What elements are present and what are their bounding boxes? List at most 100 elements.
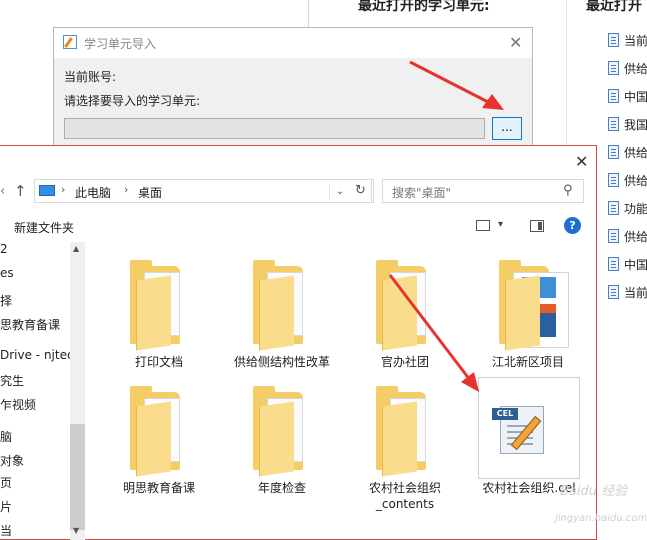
- file-name: 明思教育备课: [122, 481, 195, 495]
- recent-doc-label: 供给: [624, 229, 647, 244]
- view-mode-icon[interactable]: [476, 220, 490, 231]
- recent-right-heading: 最近打开: [586, 0, 642, 14]
- file-item[interactable]: 明思教育备课: [104, 382, 214, 502]
- chevron-down-icon[interactable]: ▾: [498, 219, 503, 230]
- recent-doc-item[interactable]: 当前: [608, 282, 647, 302]
- recent-doc-label: 当前: [624, 33, 647, 48]
- folder-icon: [499, 260, 569, 351]
- recent-doc-item[interactable]: 功能: [608, 198, 647, 218]
- edit-app-icon: [63, 35, 77, 49]
- recent-doc-item[interactable]: 供给: [608, 226, 647, 246]
- scroll-up-icon[interactable]: ▲: [73, 244, 79, 253]
- recent-doc-label: 功能: [624, 201, 647, 216]
- file-item[interactable]: 年度检查: [227, 382, 337, 502]
- nav-item[interactable]: 对象: [0, 452, 24, 469]
- nav-item[interactable]: 乍视频: [0, 396, 36, 413]
- recent-doc-label: 我国: [624, 117, 647, 132]
- scrollbar-thumb[interactable]: [70, 424, 85, 530]
- refresh-icon[interactable]: ↻: [350, 179, 372, 203]
- folder-icon: [253, 386, 311, 477]
- file-open-dialog: ✕ ‹ ↑ › 此电脑 › 桌面 ⌄ ↻ 搜索"桌面" ⚲ 新建文件夹 ▾ ? …: [0, 145, 597, 540]
- file-name: 农村社会组织_contents: [368, 481, 441, 511]
- recent-doc-item[interactable]: 中国: [608, 86, 647, 106]
- recent-doc-item[interactable]: 当前: [608, 30, 647, 50]
- file-name: 官办社团: [380, 355, 429, 369]
- watermark-url: jingyan.baidu.com: [555, 513, 647, 524]
- watermark: Baidu 经验: [560, 484, 628, 499]
- file-item[interactable]: 农村社会组织_contents: [350, 382, 460, 511]
- new-folder-button[interactable]: 新建文件夹: [14, 219, 74, 236]
- search-icon: ⚲: [563, 183, 573, 198]
- file-name: 年度检查: [257, 481, 306, 495]
- recent-doc-item[interactable]: 中国: [608, 254, 647, 274]
- nav-item[interactable]: es: [0, 266, 14, 280]
- nav-item[interactable]: Drive - njtec: [0, 348, 70, 362]
- folder-icon: [376, 260, 434, 351]
- breadcrumb-desktop[interactable]: 桌面: [138, 184, 162, 201]
- preview-pane-icon[interactable]: [530, 220, 544, 232]
- document-icon: [608, 201, 619, 215]
- document-icon: [608, 285, 619, 299]
- file-name: 供给侧结构性改革: [233, 355, 330, 369]
- document-icon: [608, 89, 619, 103]
- breadcrumb-separator: ›: [124, 183, 129, 196]
- breadcrumb-this-pc[interactable]: 此电脑: [75, 184, 111, 201]
- import-dialog-title: 学习单元导入: [84, 37, 157, 51]
- nav-item[interactable]: 择: [0, 292, 12, 309]
- account-label: 当前账号:: [64, 70, 117, 84]
- recent-doc-label: 供给: [624, 61, 647, 76]
- folder-icon: [253, 260, 311, 351]
- browse-button[interactable]: ...: [492, 117, 522, 140]
- up-arrow-icon[interactable]: ↑: [14, 182, 27, 200]
- recent-doc-item[interactable]: 供给: [608, 142, 647, 162]
- close-icon[interactable]: ✕: [575, 152, 588, 171]
- back-icon[interactable]: ‹: [0, 184, 5, 199]
- nav-item[interactable]: 页: [0, 474, 12, 491]
- help-icon[interactable]: ?: [564, 217, 581, 234]
- document-icon: [608, 145, 619, 159]
- close-icon[interactable]: ✕: [509, 33, 522, 52]
- nav-scrollbar[interactable]: ▲ ▼: [70, 242, 85, 540]
- nav-item[interactable]: 脑: [0, 428, 12, 445]
- document-icon: [608, 229, 619, 243]
- breadcrumb-separator: ›: [61, 183, 66, 196]
- nav-item[interactable]: 思教育备课: [0, 316, 60, 333]
- file-item[interactable]: 官办社团: [350, 256, 460, 376]
- file-name: 江北新区项目: [491, 355, 564, 369]
- recent-doc-label: 当前: [624, 285, 647, 300]
- navigation-pane: 2 es 择思教育备课 Drive - njtec 究生乍视频脑对象页片当: [0, 242, 70, 540]
- search-input[interactable]: 搜索"桌面" ⚲: [382, 179, 584, 203]
- search-placeholder: 搜索"桌面": [392, 186, 452, 200]
- recent-doc-item[interactable]: 供给: [608, 58, 647, 78]
- document-icon: [608, 257, 619, 271]
- document-icon: [608, 33, 619, 47]
- chevron-down-icon[interactable]: ⌄: [329, 185, 350, 199]
- unit-path-field[interactable]: [64, 118, 485, 139]
- recent-units-heading: 最近打开的学习单元:: [358, 0, 490, 14]
- import-dialog-titlebar: 学习单元导入 ✕: [54, 28, 532, 58]
- file-name: 打印文档: [134, 355, 183, 369]
- recent-doc-label: 中国: [624, 89, 647, 104]
- folder-icon: [130, 260, 188, 351]
- folder-icon: [130, 386, 188, 477]
- file-item[interactable]: 打印文档: [104, 256, 214, 376]
- select-unit-label: 请选择要导入的学习单元:: [64, 94, 201, 108]
- file-item[interactable]: 江北新区项目: [473, 256, 583, 376]
- document-icon: [608, 117, 619, 131]
- scroll-down-icon[interactable]: ▼: [73, 526, 79, 535]
- cel-badge: CEL: [492, 408, 518, 420]
- cel-file-icon: CEL: [492, 406, 548, 454]
- document-icon: [608, 61, 619, 75]
- nav-item[interactable]: 2: [0, 242, 8, 256]
- file-item[interactable]: 供给侧结构性改革: [227, 256, 337, 376]
- recent-doc-label: 中国: [624, 257, 647, 272]
- recent-doc-label: 供给: [624, 145, 647, 160]
- recent-doc-item[interactable]: 我国: [608, 114, 647, 134]
- recent-doc-item[interactable]: 供给: [608, 170, 647, 190]
- address-bar[interactable]: › 此电脑 › 桌面 ⌄: [34, 179, 374, 203]
- nav-item[interactable]: 片: [0, 498, 12, 515]
- nav-item[interactable]: 当: [0, 522, 12, 539]
- nav-item[interactable]: 究生: [0, 372, 24, 389]
- this-pc-icon: [39, 185, 55, 196]
- folder-icon: [376, 386, 434, 477]
